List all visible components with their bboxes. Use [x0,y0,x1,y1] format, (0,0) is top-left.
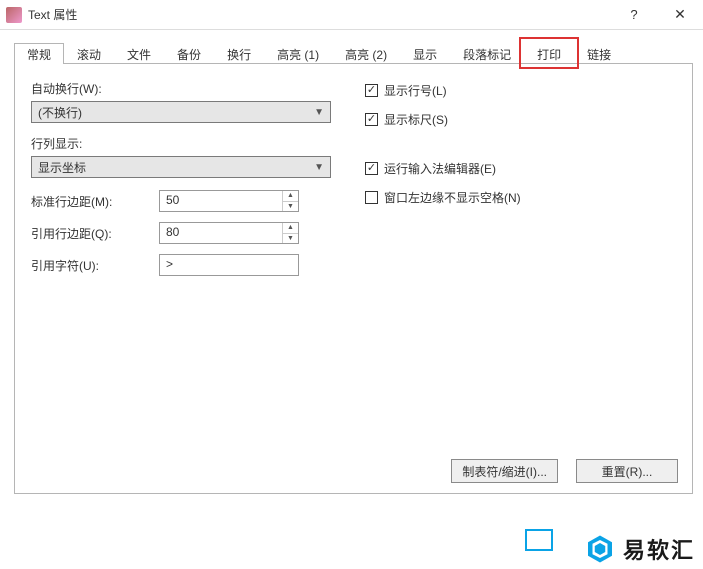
quote-char-input[interactable]: > [159,254,299,276]
spin-down-icon[interactable]: ▼ [283,234,298,244]
tab-3[interactable]: 备份 [164,42,214,63]
no-left-space-label: 窗口左边缘不显示空格(N) [384,189,521,206]
auto-wrap-value: (不换行) [38,104,82,121]
tab-8[interactable]: 段落标记 [450,42,524,63]
tab-1[interactable]: 滚动 [64,42,114,63]
help-button[interactable]: ? [611,0,657,30]
rowcol-value: 显示坐标 [38,159,86,176]
auto-wrap-select[interactable]: (不换行) ▼ [31,101,331,123]
chevron-down-icon: ▼ [314,107,324,118]
show-line-no-checkbox[interactable]: ✓ 显示行号(L) [365,82,676,99]
tab-panel: 自动换行(W): (不换行) ▼ 行列显示: 显示坐标 ▼ 标准行边距(M): … [14,64,693,494]
window-title: Text 属性 [28,6,611,23]
tab-9[interactable]: 打印 [524,42,574,63]
tab-4[interactable]: 换行 [214,42,264,63]
show-ruler-label: 显示标尺(S) [384,111,448,128]
quote-margin-input[interactable]: 80 ▲▼ [159,222,299,244]
std-margin-input[interactable]: 50 ▲▼ [159,190,299,212]
checkbox-icon [365,191,378,204]
show-line-no-label: 显示行号(L) [384,82,447,99]
quote-char-label: 引用字符(U): [31,257,141,274]
decorative-square [525,529,553,551]
no-left-space-checkbox[interactable]: 窗口左边缘不显示空格(N) [365,189,676,206]
run-ime-label: 运行输入法编辑器(E) [384,160,496,177]
tab-7[interactable]: 显示 [400,42,450,63]
tab-0[interactable]: 常规 [14,43,64,64]
logo-icon [585,534,615,564]
std-margin-label: 标准行边距(M): [31,193,141,210]
spin-up-icon[interactable]: ▲ [283,191,298,202]
tabs-indent-button[interactable]: 制表符/缩进(I)... [451,459,558,483]
auto-wrap-label: 自动换行(W): [31,80,331,97]
spin-down-icon[interactable]: ▼ [283,202,298,212]
reset-button[interactable]: 重置(R)... [576,459,678,483]
run-ime-checkbox[interactable]: ✓ 运行输入法编辑器(E) [365,160,676,177]
quote-margin-label: 引用行边距(Q): [31,225,141,242]
rowcol-select[interactable]: 显示坐标 ▼ [31,156,331,178]
tab-strip: 常规滚动文件备份换行高亮 (1)高亮 (2)显示段落标记打印链接 [14,42,693,64]
checkbox-icon: ✓ [365,113,378,126]
show-ruler-checkbox[interactable]: ✓ 显示标尺(S) [365,111,676,128]
rowcol-label: 行列显示: [31,135,331,152]
std-margin-value: 50 [160,191,282,211]
tab-5[interactable]: 高亮 (1) [264,42,332,63]
checkbox-icon: ✓ [365,84,378,97]
close-button[interactable]: ✕ [657,0,703,30]
checkbox-icon: ✓ [365,162,378,175]
spin-up-icon[interactable]: ▲ [283,223,298,234]
watermark: 易软汇 [585,533,695,565]
tab-6[interactable]: 高亮 (2) [332,42,400,63]
titlebar: Text 属性 ? ✕ [0,0,703,30]
watermark-text: 易软汇 [623,533,695,565]
tab-10[interactable]: 链接 [574,42,624,63]
app-icon [6,7,22,23]
quote-margin-value: 80 [160,223,282,243]
chevron-down-icon: ▼ [314,162,324,173]
tab-2[interactable]: 文件 [114,42,164,63]
